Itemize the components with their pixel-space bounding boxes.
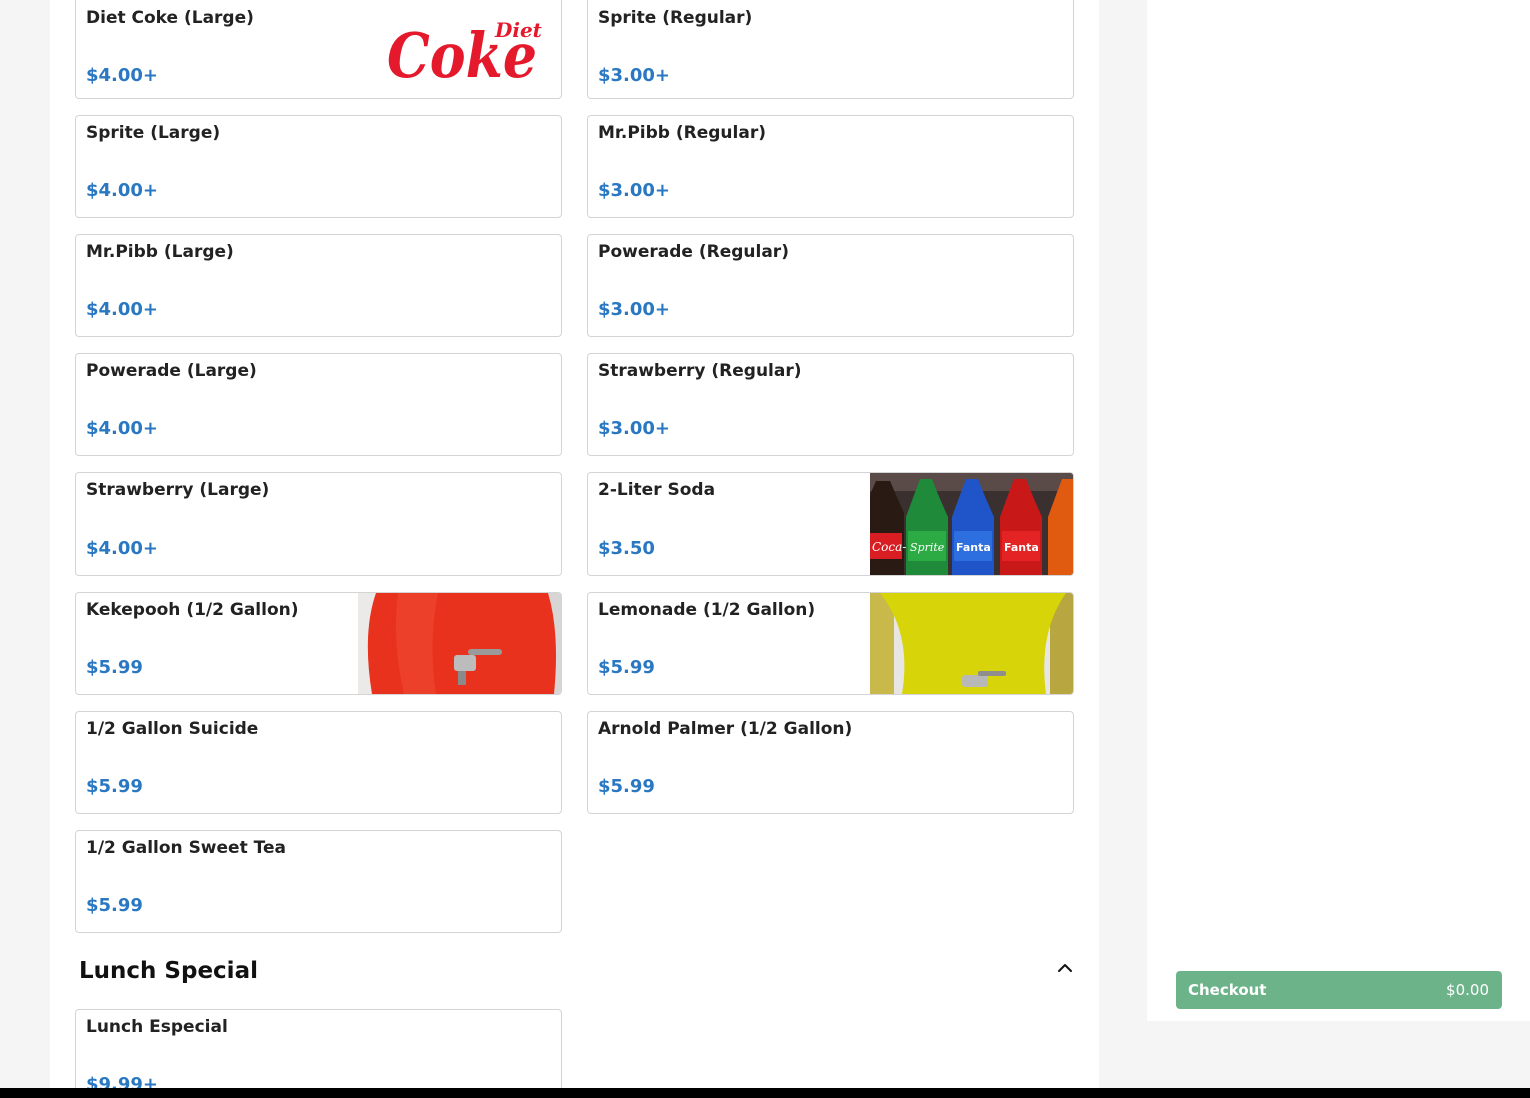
item-price: $4.00+ xyxy=(86,180,159,201)
soda-bottles-image: Coca-Cola Sprite Fanta Fanta xyxy=(870,473,1073,575)
item-price: $4.00+ xyxy=(86,299,159,320)
item-price: $3.00+ xyxy=(598,418,671,439)
menu-item-half-gallon-suicide[interactable]: 1/2 Gallon Suicide $5.99 xyxy=(75,711,562,814)
item-price: $5.99 xyxy=(86,776,143,797)
collapse-section-button[interactable] xyxy=(1053,957,1077,979)
menu-item-kekepooh-half-gallon[interactable]: Kekepooh (1/2 Gallon) $5.99 xyxy=(75,592,562,695)
item-name: Sprite (Regular) xyxy=(598,8,753,28)
item-name: Diet Coke (Large) xyxy=(86,8,254,28)
item-price: $5.99 xyxy=(86,657,143,678)
menu-item-diet-coke-large[interactable]: Diet Coke (Large) $4.00+ Diet Coke xyxy=(75,0,562,99)
item-price: $3.50 xyxy=(598,538,655,559)
lemonade-dispenser-image xyxy=(870,593,1073,694)
item-name: 1/2 Gallon Sweet Tea xyxy=(86,838,286,858)
item-price: $3.00+ xyxy=(598,299,671,320)
soda-label-fanta-blue: Fanta xyxy=(956,541,991,554)
soda-label-sprite: Sprite xyxy=(910,541,945,554)
menu-item-lemonade-half-gallon[interactable]: Lemonade (1/2 Gallon) $5.99 xyxy=(587,592,1074,695)
menu-item-powerade-regular[interactable]: Powerade (Regular) $3.00+ xyxy=(587,234,1074,337)
section-title-lunch-special: Lunch Special xyxy=(79,958,258,984)
menu-item-2-liter-soda[interactable]: 2-Liter Soda $3.50 Coca-Cola Sprite Fant… xyxy=(587,472,1074,576)
item-name: Mr.Pibb (Regular) xyxy=(598,123,766,143)
item-price: $5.99 xyxy=(598,657,655,678)
checkout-button[interactable]: Checkout $0.00 xyxy=(1176,971,1502,1009)
cart-total: $0.00 xyxy=(1446,981,1489,999)
menu-item-sprite-large[interactable]: Sprite (Large) $4.00+ xyxy=(75,115,562,218)
menu-item-arnold-palmer-half-gallon[interactable]: Arnold Palmer (1/2 Gallon) $5.99 xyxy=(587,711,1074,814)
item-name: 2-Liter Soda xyxy=(598,480,716,500)
menu-item-sprite-regular[interactable]: Sprite (Regular) $3.00+ xyxy=(587,0,1074,99)
item-name: Mr.Pibb (Large) xyxy=(86,242,234,262)
soda-label-fanta-red: Fanta xyxy=(1004,541,1039,554)
menu-item-strawberry-regular[interactable]: Strawberry (Regular) $3.00+ xyxy=(587,353,1074,456)
item-name: 1/2 Gallon Suicide xyxy=(86,719,259,739)
item-name: Powerade (Large) xyxy=(86,361,257,381)
diet-coke-logo-image: Diet Coke xyxy=(375,0,545,98)
menu-item-powerade-large[interactable]: Powerade (Large) $4.00+ xyxy=(75,353,562,456)
item-name: Strawberry (Regular) xyxy=(598,361,802,381)
item-name: Powerade (Regular) xyxy=(598,242,789,262)
menu-item-lunch-especial[interactable]: Lunch Especial $9.99+ xyxy=(75,1009,562,1098)
menu-panel: Diet Coke (Large) $4.00+ Diet Coke Sprit… xyxy=(50,0,1099,1098)
checkout-label: Checkout xyxy=(1188,981,1267,999)
item-price: $4.00+ xyxy=(86,65,159,86)
item-price: $4.00+ xyxy=(86,418,159,439)
menu-item-strawberry-large[interactable]: Strawberry (Large) $4.00+ xyxy=(75,472,562,576)
menu-item-half-gallon-sweet-tea[interactable]: 1/2 Gallon Sweet Tea $5.99 xyxy=(75,830,562,933)
item-name: Arnold Palmer (1/2 Gallon) xyxy=(598,719,853,739)
item-price: $5.99 xyxy=(86,895,143,916)
item-name: Lunch Especial xyxy=(86,1017,228,1037)
menu-item-mrpibb-large[interactable]: Mr.Pibb (Large) $4.00+ xyxy=(75,234,562,337)
item-price: $5.99 xyxy=(598,776,655,797)
menu-item-mrpibb-regular[interactable]: Mr.Pibb (Regular) $3.00+ xyxy=(587,115,1074,218)
item-name: Sprite (Large) xyxy=(86,123,221,143)
page: Diet Coke (Large) $4.00+ Diet Coke Sprit… xyxy=(0,0,1530,1098)
item-name: Kekepooh (1/2 Gallon) xyxy=(86,600,299,620)
item-name: Lemonade (1/2 Gallon) xyxy=(598,600,816,620)
logo-big-text: Coke xyxy=(387,19,537,92)
cart-panel: Checkout $0.00 xyxy=(1147,0,1530,1021)
item-name: Strawberry (Large) xyxy=(86,480,270,500)
item-price: $4.00+ xyxy=(86,538,159,559)
kekepooh-dispenser-image xyxy=(358,593,561,694)
bottom-bar xyxy=(0,1088,1530,1098)
item-price: $3.00+ xyxy=(598,65,671,86)
chevron-up-icon xyxy=(1058,964,1072,972)
item-price: $3.00+ xyxy=(598,180,671,201)
